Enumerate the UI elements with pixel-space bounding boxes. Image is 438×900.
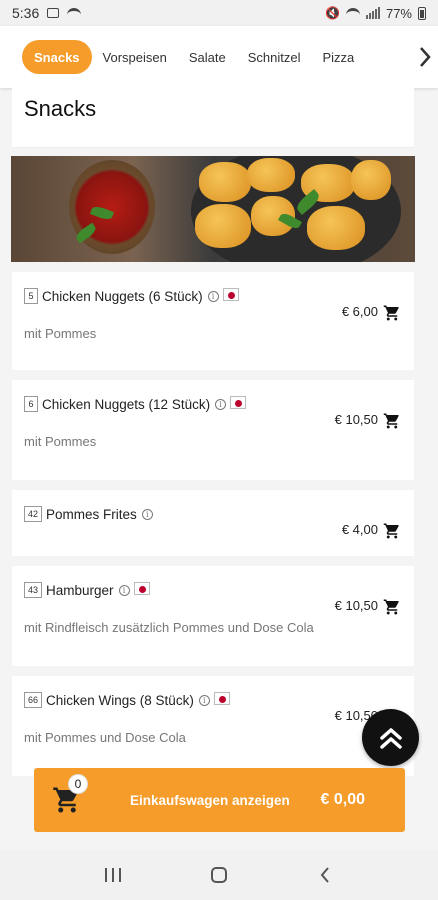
menu-item[interactable]: 6 Chicken Nuggets (12 Stück) i € 10,50 m…: [12, 380, 414, 480]
item-name: Chicken Wings (8 Stück): [46, 692, 194, 708]
category-tabs: Snacks Vorspeisen Salate Schnitzel Pizza: [0, 26, 438, 88]
item-name: Hamburger: [46, 582, 114, 598]
item-price: € 10,50: [334, 412, 378, 427]
menu-item[interactable]: 42 Pommes Frites i € 4,00: [12, 490, 414, 556]
japan-flag-icon: [222, 288, 239, 301]
nugget-image: [199, 162, 251, 202]
back-icon: [320, 867, 329, 883]
menu-item[interactable]: 66 Chicken Wings (8 Stück) i € 10,50 mit…: [12, 676, 414, 776]
item-description: mit Rindfleisch zusätzlich Pommes und Do…: [24, 620, 314, 635]
cart-label: Einkaufswagen anzeigen: [130, 792, 290, 808]
item-description: mit Pommes: [24, 326, 97, 341]
nugget-image: [247, 158, 295, 192]
item-description: mit Pommes und Dose Cola: [24, 730, 186, 745]
section-title: Snacks: [24, 96, 97, 121]
view-cart-button[interactable]: 0 Einkaufswagen anzeigen € 0,00: [34, 768, 405, 832]
cart-total: € 0,00: [320, 791, 365, 808]
item-number: 5: [24, 288, 38, 304]
add-to-cart-icon[interactable]: [382, 412, 402, 430]
home-button[interactable]: [204, 860, 234, 890]
menu-item[interactable]: 43 Hamburger i € 10,50 mit Rindfleisch z…: [12, 566, 414, 666]
info-icon[interactable]: i: [207, 290, 219, 302]
battery-percent: 77%: [385, 5, 412, 21]
menu-content: Snacks 5 Chicken Nuggets (6 Stück) i € 6…: [11, 88, 415, 776]
japan-flag-icon: [230, 396, 247, 409]
nugget-image: [195, 204, 251, 248]
japan-flag-icon: [213, 692, 230, 705]
signal-icon: [365, 7, 380, 19]
info-icon[interactable]: i: [118, 584, 130, 596]
system-nav-bar: [0, 850, 438, 900]
image-notification-icon: [47, 8, 60, 18]
nugget-image: [307, 206, 365, 250]
tab-snacks[interactable]: Snacks: [22, 40, 92, 74]
item-name: Pommes Frites: [46, 506, 137, 522]
add-to-cart-icon[interactable]: [382, 304, 402, 322]
tabs-next-button[interactable]: [412, 26, 438, 88]
add-to-cart-icon[interactable]: [382, 522, 402, 540]
mute-icon: 🔇: [325, 6, 340, 20]
tab-salate[interactable]: Salate: [178, 40, 237, 74]
tab-vorspeisen[interactable]: Vorspeisen: [92, 40, 178, 74]
status-time: 5:36: [12, 5, 40, 21]
recent-apps-button[interactable]: [98, 860, 128, 890]
item-price: € 6,00: [341, 304, 378, 319]
tab-pizza[interactable]: Pizza: [312, 40, 366, 74]
item-price: € 4,00: [341, 522, 378, 537]
item-description: mit Pommes: [24, 434, 97, 449]
home-icon: [211, 867, 227, 883]
info-icon[interactable]: i: [198, 694, 210, 706]
item-name: Chicken Nuggets (6 Stück): [42, 288, 203, 304]
item-name: Chicken Nuggets (12 Stück): [42, 396, 211, 412]
info-icon[interactable]: i: [215, 398, 227, 410]
section-header: Snacks: [12, 88, 414, 148]
status-bar: 5:36 🔇 77%: [0, 0, 438, 26]
item-number: 66: [24, 692, 43, 708]
chevron-right-icon: [420, 47, 431, 67]
scroll-to-top-button[interactable]: [362, 709, 419, 766]
japan-flag-icon: [133, 582, 150, 595]
wifi-notification-icon: [67, 8, 82, 18]
item-number: 42: [24, 506, 43, 522]
tab-schnitzel[interactable]: Schnitzel: [237, 40, 312, 74]
recent-apps-icon: [105, 868, 121, 882]
add-to-cart-icon[interactable]: [382, 598, 402, 616]
info-icon[interactable]: i: [141, 508, 153, 520]
item-number: 43: [24, 582, 43, 598]
double-chevron-up-icon: [379, 727, 402, 749]
battery-icon: [418, 6, 426, 20]
menu-item[interactable]: 5 Chicken Nuggets (6 Stück) i € 6,00 mit…: [12, 272, 414, 370]
item-number: 6: [24, 396, 38, 412]
nugget-image: [351, 160, 391, 200]
category-banner-image: [11, 156, 415, 262]
item-price: € 10,50: [334, 598, 378, 613]
back-button[interactable]: [310, 860, 340, 890]
wifi-icon: [345, 8, 360, 18]
cart-count-badge: 0: [68, 774, 88, 794]
